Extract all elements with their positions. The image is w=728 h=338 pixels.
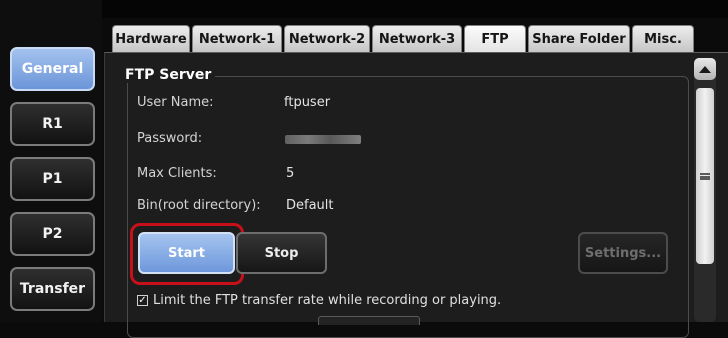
scrollbar[interactable] <box>694 58 716 322</box>
tab-network-3[interactable]: Network-3 <box>372 25 462 52</box>
max-clients-value: 5 <box>286 166 295 181</box>
limit-rate-checkbox[interactable]: ✓ Limit the FTP transfer rate while reco… <box>137 293 501 308</box>
start-button-label: Start <box>168 245 205 261</box>
settings-button-label: Settings... <box>584 245 662 261</box>
password-masked-value <box>285 135 361 144</box>
bin-root-directory-value: Default <box>286 198 334 213</box>
user-name-label: User Name: <box>137 95 214 110</box>
tab-label: Hardware <box>115 31 187 47</box>
settings-button[interactable]: Settings... <box>578 232 668 274</box>
start-button[interactable]: Start <box>138 232 235 274</box>
tab-label: Network-3 <box>378 31 456 47</box>
group-title: FTP Server <box>121 67 216 83</box>
sidebar-item-p1[interactable]: P1 <box>10 157 95 201</box>
scroll-up-button[interactable] <box>694 58 716 80</box>
grip-icon <box>700 172 710 180</box>
tab-network-2[interactable]: Network-2 <box>284 25 370 52</box>
scrollbar-thumb[interactable] <box>696 88 714 264</box>
sidebar-item-label: P1 <box>42 171 63 187</box>
tab-label: Network-1 <box>198 31 276 47</box>
tab-network-1[interactable]: Network-1 <box>192 25 282 52</box>
password-label: Password: <box>137 131 203 146</box>
tab-label: Network-2 <box>288 31 366 47</box>
tab-share-folder[interactable]: Share Folder <box>528 25 630 52</box>
sidebar-item-p2[interactable]: P2 <box>10 212 95 256</box>
user-name-value: ftpuser <box>284 95 331 110</box>
checkbox-checked-icon: ✓ <box>137 295 148 306</box>
max-clients-label: Max Clients: <box>137 166 217 181</box>
sidebar: General R1 P1 P2 Transfer <box>0 0 102 322</box>
stop-button[interactable]: Stop <box>236 232 327 274</box>
tab-hardware[interactable]: Hardware <box>112 25 190 52</box>
tab-misc[interactable]: Misc. <box>632 25 694 52</box>
tab-ftp[interactable]: FTP <box>464 25 526 53</box>
stop-button-label: Stop <box>264 245 299 261</box>
tab-label: FTP <box>481 32 509 47</box>
limit-rate-label: Limit the FTP transfer rate while record… <box>153 293 502 308</box>
top-strip <box>0 0 728 18</box>
partial-field <box>318 316 420 325</box>
tab-label: Misc. <box>644 31 682 47</box>
sidebar-item-general[interactable]: General <box>10 47 95 91</box>
sidebar-item-transfer[interactable]: Transfer <box>10 267 95 311</box>
sidebar-item-r1[interactable]: R1 <box>10 102 95 146</box>
sidebar-item-label: P2 <box>42 226 63 242</box>
bin-root-directory-label: Bin(root directory): <box>137 198 261 213</box>
tab-label: Share Folder <box>532 31 626 47</box>
triangle-up-icon <box>699 65 711 73</box>
sidebar-item-label: R1 <box>42 116 63 132</box>
sidebar-item-label: General <box>21 61 84 77</box>
sidebar-item-label: Transfer <box>19 281 86 297</box>
